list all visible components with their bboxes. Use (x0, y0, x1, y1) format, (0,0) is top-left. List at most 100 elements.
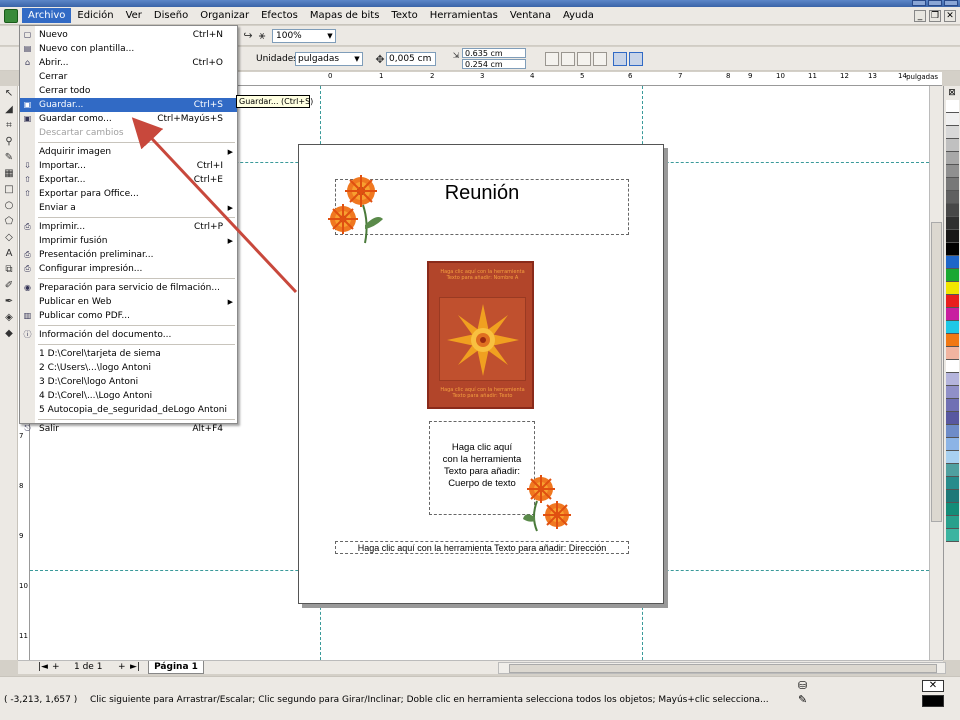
menu-item-26[interactable]: 5 Autocopia_de_seguridad_deLogo Antoni (20, 403, 237, 417)
menu-item-10[interactable]: ⇩ Importar... Ctrl+I (20, 159, 237, 173)
color-swatch[interactable] (946, 425, 959, 438)
treat-as-filled-icon[interactable] (613, 52, 627, 66)
shape-tool-icon[interactable]: ◢ (1, 103, 17, 118)
ellipse-tool-icon[interactable]: ○ (1, 199, 17, 214)
text-tool-icon[interactable]: A (1, 247, 17, 262)
color-swatch[interactable] (946, 464, 959, 477)
doc-restore-button[interactable]: ❐ (929, 9, 941, 22)
menu-herramientas[interactable]: Herramientas (424, 8, 504, 23)
color-swatch[interactable] (946, 152, 959, 165)
color-swatch[interactable] (946, 126, 959, 139)
color-swatch[interactable] (946, 334, 959, 347)
vertical-scroll-thumb[interactable] (931, 222, 942, 522)
horizontal-scroll-thumb[interactable] (509, 664, 937, 673)
menu-texto[interactable]: Texto (385, 8, 423, 23)
color-swatch[interactable] (946, 191, 959, 204)
outline-color-swatch[interactable] (922, 695, 944, 707)
menu-item-13[interactable]: Enviar a ▶ (20, 201, 237, 215)
vertical-scrollbar[interactable] (929, 86, 943, 660)
no-color-swatch[interactable]: ⊠ (944, 86, 960, 100)
color-swatch[interactable] (946, 100, 959, 113)
menu-ventana[interactable]: Ventana (504, 8, 557, 23)
menu-item-23[interactable]: 2 C:\Users\...\logo Antoni (20, 361, 237, 375)
color-swatch[interactable] (946, 308, 959, 321)
color-swatch[interactable] (946, 490, 959, 503)
menu-item-27[interactable]: ⎋ Salir Alt+F4 (20, 422, 237, 436)
interactive-fill-icon[interactable]: ◆ (1, 327, 17, 342)
color-swatch[interactable] (946, 295, 959, 308)
menu-item-16[interactable]: ⎙ Presentación preliminar... (20, 248, 237, 262)
app-icon[interactable] (4, 8, 18, 23)
menu-item-21[interactable]: ⓘ Información del documento... (20, 328, 237, 342)
crop-tool-icon[interactable]: ⌗ (1, 119, 17, 134)
poster-image[interactable]: Haga clic aquí con la herramienta Texto … (427, 261, 534, 409)
add-page-before-icon[interactable]: + (52, 662, 60, 672)
close-window-button[interactable] (944, 0, 958, 6)
menu-item-14[interactable]: ⎙ Imprimir... Ctrl+P (20, 220, 237, 234)
menu-diseno[interactable]: Diseño (148, 8, 194, 23)
menu-organizar[interactable]: Organizar (194, 8, 255, 23)
fill-tool-icon[interactable]: ◈ (1, 311, 17, 326)
basic-shapes-icon[interactable]: ◇ (1, 231, 17, 246)
polygon-tool-icon[interactable]: ⬠ (1, 215, 17, 230)
color-swatch[interactable] (946, 451, 959, 464)
doc-minimize-button[interactable]: _ (914, 9, 926, 22)
menu-item-24[interactable]: 3 D:\Corel\logo Antoni (20, 375, 237, 389)
menu-item-6[interactable]: ▣ Guardar... Ctrl+S (20, 98, 237, 112)
menu-item-12[interactable]: ⇧ Exportar para Office... (20, 187, 237, 201)
color-swatch[interactable] (946, 399, 959, 412)
duplicate-x-field[interactable]: 0.635 cm (462, 48, 526, 58)
color-swatch[interactable] (946, 243, 959, 256)
menu-item-3[interactable]: ⌂ Abrir... Ctrl+O (20, 56, 237, 70)
flower-clipart-bottom[interactable] (521, 473, 577, 533)
menu-item-17[interactable]: ⎙ Configurar impresión... (20, 262, 237, 276)
color-swatch[interactable] (946, 529, 959, 542)
menu-ayuda[interactable]: Ayuda (557, 8, 600, 23)
maximize-button[interactable] (928, 0, 942, 6)
zoom-level-select[interactable]: 100% ▼ (272, 29, 336, 43)
color-swatch[interactable] (946, 269, 959, 282)
color-swatch[interactable] (946, 373, 959, 386)
menu-item-22[interactable]: 1 D:\Corel\tarjeta de siema (20, 347, 237, 361)
freehand-tool-icon[interactable]: ✎ (1, 151, 17, 166)
units-select[interactable]: pulgadas ▼ (295, 52, 363, 66)
color-swatch[interactable] (946, 412, 959, 425)
menu-item-9[interactable]: Adquirir imagen ▶ (20, 145, 237, 159)
color-swatch[interactable] (946, 139, 959, 152)
snap-objects-icon[interactable] (577, 52, 591, 66)
color-swatch[interactable] (946, 516, 959, 529)
color-swatch[interactable] (946, 230, 959, 243)
color-swatch[interactable] (946, 256, 959, 269)
menu-efectos[interactable]: Efectos (255, 8, 304, 23)
menu-ver[interactable]: Ver (120, 8, 148, 23)
menu-item-15[interactable]: Imprimir fusión ▶ (20, 234, 237, 248)
rectangle-tool-icon[interactable]: □ (1, 183, 17, 198)
menu-item-11[interactable]: ⇧ Exportar... Ctrl+E (20, 173, 237, 187)
color-swatch[interactable] (946, 165, 959, 178)
snap-grid-icon[interactable] (545, 52, 559, 66)
color-swatch[interactable] (946, 477, 959, 490)
body-text-frame[interactable]: Haga clic aquí con la herramienta Texto … (429, 421, 535, 515)
menu-archivo[interactable]: Archivo (22, 8, 72, 23)
menu-item-25[interactable]: 4 D:\Corel\...\Logo Antoni (20, 389, 237, 403)
dynamic-guides-icon[interactable] (593, 52, 607, 66)
color-swatch[interactable] (946, 438, 959, 451)
smart-fill-icon[interactable]: ▦ (1, 167, 17, 182)
minimize-button[interactable] (912, 0, 926, 6)
fill-none-swatch[interactable]: ✕ (922, 680, 944, 692)
color-swatch[interactable] (946, 386, 959, 399)
doc-close-button[interactable]: ✕ (944, 9, 956, 22)
pick-tool-icon[interactable]: ↖ (1, 87, 17, 102)
menu-edicion[interactable]: Edición (71, 8, 119, 23)
snap-guides-icon[interactable] (561, 52, 575, 66)
color-swatch[interactable] (946, 347, 959, 360)
menu-item-1[interactable]: ▢ Nuevo Ctrl+N (20, 28, 237, 42)
eyedropper-icon[interactable]: ✐ (1, 279, 17, 294)
nudge-distance-field[interactable]: 0,005 cm (386, 52, 436, 66)
outline-tool-icon[interactable]: ✒ (1, 295, 17, 310)
color-swatch[interactable] (946, 282, 959, 295)
menu-item-20[interactable]: ▥ Publicar como PDF... (20, 309, 237, 323)
add-page-after-icon[interactable]: + (118, 662, 126, 672)
zoom-tool-icon[interactable]: ⚲ (1, 135, 17, 150)
menu-mapas-de-bits[interactable]: Mapas de bits (304, 8, 386, 23)
